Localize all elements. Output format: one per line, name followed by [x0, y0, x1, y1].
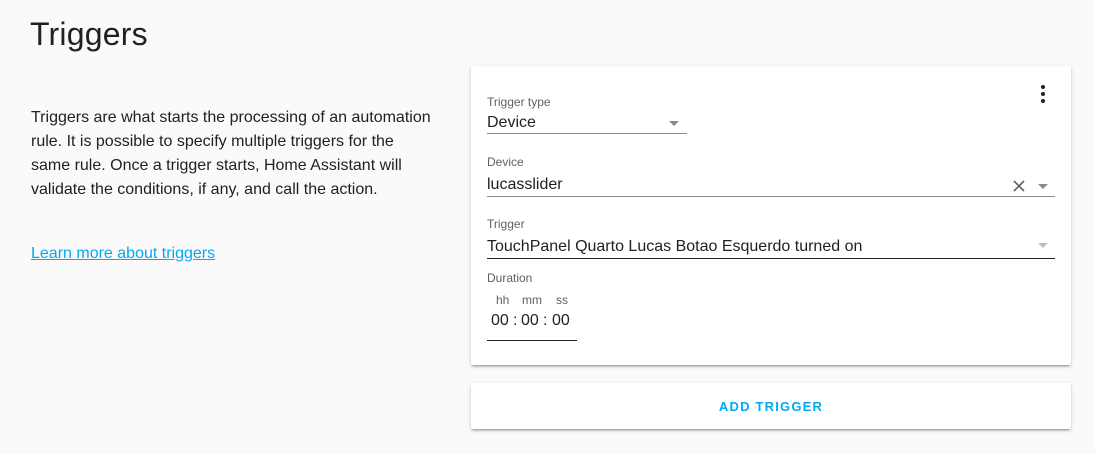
trigger-card: Trigger type Device Device lucasslider T…	[471, 66, 1071, 365]
trigger-type-label: Trigger type	[487, 95, 551, 109]
chevron-down-icon	[1038, 243, 1048, 248]
trigger-label: Trigger	[487, 217, 525, 231]
duration-separator: :	[543, 312, 548, 329]
device-value: lucasslider	[487, 176, 563, 193]
trigger-underline	[487, 258, 1055, 259]
duration-underline	[487, 340, 577, 341]
seconds-input[interactable]: 00	[552, 312, 570, 330]
trigger-type-select[interactable]: Trigger type Device	[487, 95, 687, 135]
learn-more-link[interactable]: Learn more about triggers	[31, 242, 215, 266]
minutes-input[interactable]: 00	[521, 312, 539, 330]
chevron-down-icon	[1038, 184, 1048, 189]
trigger-value: TouchPanel Quarto Lucas Botao Esquerdo t…	[487, 238, 863, 255]
duration-separator: :	[513, 312, 518, 329]
device-label: Device	[487, 155, 524, 169]
duration-label: Duration	[487, 271, 533, 285]
page-title: Triggers	[30, 16, 148, 52]
trigger-type-underline	[487, 133, 687, 134]
device-underline	[487, 196, 1055, 197]
triggers-section: Triggers Triggers are what starts the pr…	[0, 0, 1095, 454]
add-trigger-card: ADD TRIGGER	[471, 383, 1071, 429]
trigger-type-value: Device	[487, 114, 536, 131]
device-select[interactable]: Device lucasslider	[487, 155, 1055, 197]
add-trigger-button[interactable]: ADD TRIGGER	[471, 383, 1071, 429]
trigger-options-menu-button[interactable]	[1031, 82, 1055, 106]
close-icon	[1013, 180, 1025, 192]
chevron-down-icon	[669, 121, 679, 126]
device-clear-button[interactable]	[1011, 178, 1027, 194]
trigger-select[interactable]: Trigger TouchPanel Quarto Lucas Botao Es…	[487, 217, 1055, 259]
hours-input[interactable]: 00	[491, 312, 509, 330]
dots-vertical-icon	[1041, 85, 1045, 103]
minutes-unit-label: mm	[522, 293, 542, 307]
seconds-unit-label: ss	[556, 293, 568, 307]
hours-unit-label: hh	[496, 293, 510, 307]
duration-field: Duration hh mm ss 00 : 00 : 00	[487, 271, 687, 343]
triggers-description: Triggers are what starts the processing …	[31, 109, 431, 198]
